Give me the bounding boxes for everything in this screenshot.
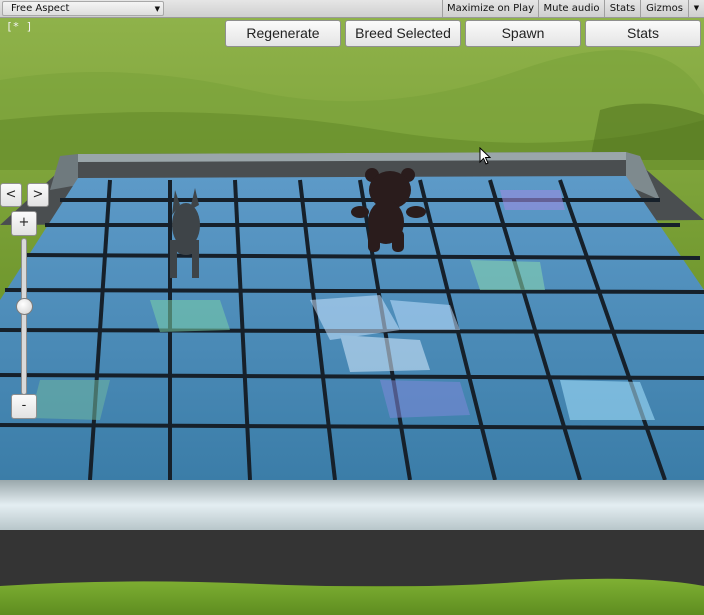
aspect-dropdown[interactable]: Free Aspect ▼: [2, 1, 164, 16]
zoom-slider[interactable]: [21, 238, 27, 395]
zoom-out-button[interactable]: -: [11, 394, 37, 419]
stats-button[interactable]: Stats: [585, 20, 701, 47]
gizmos-dropdown-arrow-icon[interactable]: ▼: [688, 0, 704, 17]
mouse-cursor-icon: [479, 147, 491, 165]
dropdown-arrow-icon: ▼: [154, 5, 160, 13]
game-scene[interactable]: [0, 18, 704, 615]
maximize-on-play-toggle[interactable]: Maximize on Play: [442, 0, 538, 17]
previous-button[interactable]: <: [0, 183, 22, 207]
stats-toggle[interactable]: Stats: [604, 0, 640, 17]
fps-meter: [* ]: [6, 20, 33, 33]
mute-audio-toggle[interactable]: Mute audio: [538, 0, 604, 17]
game-view-toolbar: Free Aspect ▼ Maximize on Play Mute audi…: [0, 0, 704, 18]
breed-selected-button[interactable]: Breed Selected: [345, 20, 461, 47]
zoom-in-button[interactable]: +: [11, 211, 37, 236]
aspect-label: Free Aspect: [11, 3, 70, 14]
regenerate-button[interactable]: Regenerate: [225, 20, 341, 47]
scene-render: [0, 18, 704, 615]
next-button[interactable]: >: [27, 183, 49, 207]
gizmos-toggle[interactable]: Gizmos: [640, 0, 688, 17]
spawn-button[interactable]: Spawn: [465, 20, 581, 47]
